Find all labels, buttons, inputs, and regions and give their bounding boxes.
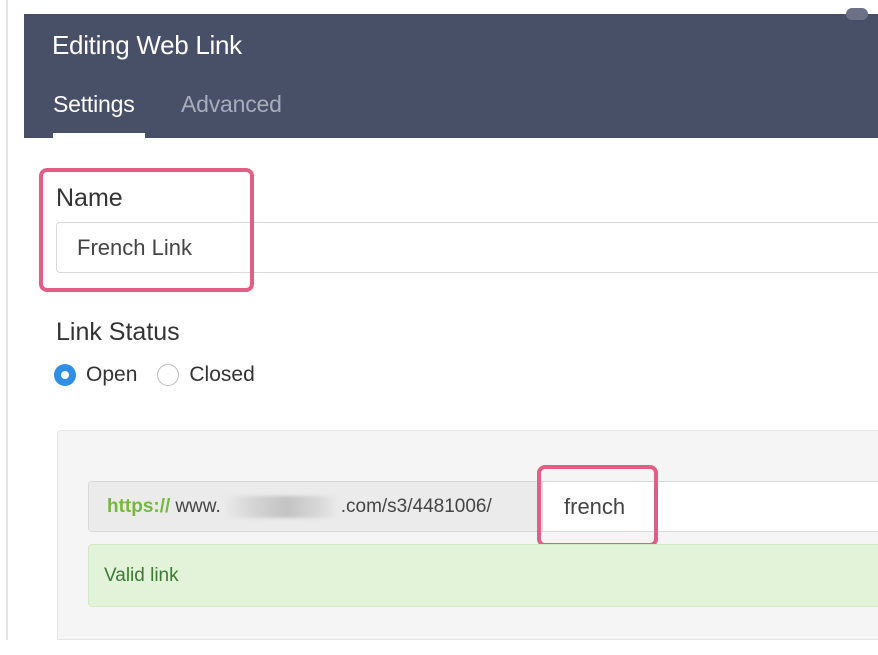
radio-selected-dot — [61, 371, 69, 379]
left-border — [6, 0, 8, 640]
radio-closed[interactable] — [157, 364, 180, 386]
validation-message: Valid link — [88, 544, 878, 607]
url-path: .com/s3/4481006/ — [340, 495, 492, 517]
tab-settings[interactable]: Settings — [53, 91, 135, 118]
link-status-label: Link Status — [56, 318, 180, 346]
url-input-group: https:// www. .com/s3/4481006/ — [88, 481, 878, 532]
url-protocol: https:// — [107, 495, 171, 517]
validation-text: Valid link — [104, 564, 179, 586]
url-panel — [57, 430, 878, 640]
url-host-start: www. — [175, 495, 221, 517]
tab-advanced[interactable]: Advanced — [181, 91, 282, 118]
url-slug-input[interactable] — [543, 482, 878, 531]
name-input[interactable] — [56, 222, 878, 273]
url-prefix: https:// www. .com/s3/4481006/ — [89, 482, 543, 531]
name-label: Name — [56, 184, 123, 212]
redacted-domain — [221, 495, 340, 518]
dialog-title: Editing Web Link — [52, 30, 242, 60]
radio-closed-label[interactable]: Closed — [189, 363, 254, 387]
active-tab-indicator — [53, 133, 145, 138]
radio-open[interactable] — [54, 364, 76, 386]
link-status-radio-group: Open Closed — [54, 362, 255, 388]
close-icon[interactable] — [846, 8, 868, 20]
dialog-header: Editing Web Link Settings Advanced — [24, 8, 878, 138]
radio-open-label[interactable]: Open — [86, 363, 137, 387]
